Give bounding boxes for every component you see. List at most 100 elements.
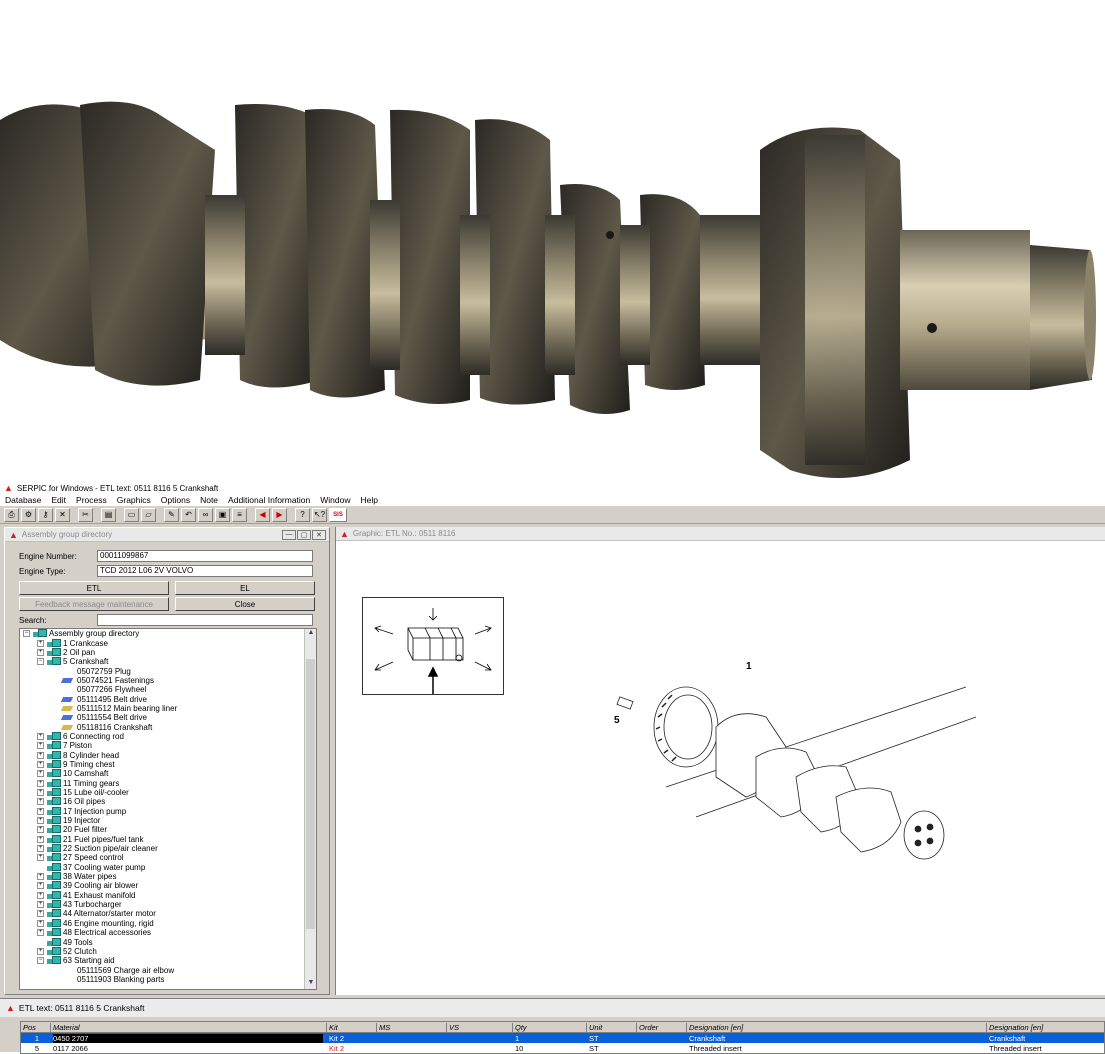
search-input[interactable]	[97, 614, 313, 626]
expand-icon[interactable]: +	[37, 910, 44, 918]
el-button[interactable]: EL	[175, 581, 315, 595]
scroll-up-icon[interactable]: ▲	[305, 629, 316, 639]
help-icon[interactable]: ?	[295, 507, 310, 522]
expand-icon[interactable]: +	[37, 770, 44, 778]
col-unit[interactable]: Unit	[587, 1022, 637, 1032]
col-qty[interactable]: Qty	[513, 1022, 587, 1032]
menu-window[interactable]: Window	[320, 495, 350, 505]
expand-icon[interactable]: +	[37, 947, 44, 955]
expand-icon[interactable]: +	[37, 648, 44, 656]
collapse-icon[interactable]: −	[37, 658, 44, 666]
tree-item[interactable]: +38 Water pipes	[20, 872, 316, 881]
close-window-icon[interactable]: ✕	[312, 529, 326, 540]
expand-icon[interactable]: +	[37, 789, 44, 797]
menu-help[interactable]: Help	[361, 495, 378, 505]
menu-process[interactable]: Process	[76, 495, 107, 505]
tree-item[interactable]: 49 Tools	[20, 937, 316, 947]
print-icon[interactable]: ⎙	[4, 507, 19, 522]
expand-icon[interactable]: +	[37, 845, 44, 853]
engine-type-field[interactable]: TCD 2012 L06 2V VOLVO	[97, 565, 313, 577]
minimize-icon[interactable]: —	[282, 529, 296, 540]
expand-icon[interactable]: +	[37, 854, 44, 862]
undo-icon[interactable]: ↶	[181, 507, 196, 522]
menu-note[interactable]: Note	[200, 495, 218, 505]
tree-item[interactable]: +16 Oil pipes	[20, 797, 316, 806]
maximize-icon[interactable]: ▢	[297, 529, 311, 540]
tree-item[interactable]: +10 Camshaft	[20, 769, 316, 778]
col-vs[interactable]: VS	[447, 1022, 513, 1032]
tree-item[interactable]: +15 Lube oil/-cooler	[20, 788, 316, 797]
tree-item[interactable]: 05111903 Blanking parts	[20, 975, 316, 984]
expand-icon[interactable]: +	[37, 751, 44, 759]
feedback-message-button[interactable]: Feedback message maintenance	[19, 597, 169, 611]
tree-item[interactable]: 05118116 Crankshaft	[20, 722, 316, 732]
expand-icon[interactable]: +	[37, 873, 44, 881]
col-ms[interactable]: MS	[377, 1022, 447, 1032]
printer-icon[interactable]: ▤	[101, 507, 116, 522]
tree-item[interactable]: +21 Fuel pipes/fuel tank	[20, 834, 316, 844]
tree-item[interactable]: +11 Timing gears	[20, 778, 316, 788]
tree-item[interactable]: +41 Exhaust manifold	[20, 890, 316, 900]
back-icon[interactable]: ◀	[255, 507, 270, 522]
tree-item[interactable]: +22 Suction pipe/air cleaner	[20, 844, 316, 853]
tree-item[interactable]: 05072759 Plug	[20, 666, 316, 676]
menu-database[interactable]: Database	[5, 495, 41, 505]
expand-icon[interactable]: +	[37, 779, 44, 787]
expand-icon[interactable]: +	[37, 639, 44, 647]
tree-item[interactable]: +17 Injection pump	[20, 806, 316, 816]
tree-item[interactable]: +44 Alternator/starter motor	[20, 909, 316, 918]
tree-item[interactable]: − 63 Starting aid	[20, 956, 316, 965]
tool-icon[interactable]: ⚙	[21, 507, 36, 522]
col-designation-2[interactable]: Designation [en]	[987, 1023, 1082, 1032]
col-pos[interactable]: Pos	[21, 1022, 51, 1032]
tree-item[interactable]: 05074521 Fastenings	[20, 676, 316, 685]
expand-icon[interactable]: +	[37, 760, 44, 768]
tree-item[interactable]: +39 Cooling air blower	[20, 881, 316, 890]
tree-item[interactable]: − Assembly group directory	[20, 629, 316, 638]
expand-icon[interactable]: +	[37, 732, 44, 740]
tree-item[interactable]: +1 Crankcase	[20, 638, 316, 648]
expand-icon[interactable]: +	[37, 835, 44, 843]
tree-item[interactable]: +27 Speed control	[20, 853, 316, 862]
expand-icon[interactable]: +	[37, 807, 44, 815]
tree-scrollbar[interactable]: ▲ ▼	[304, 629, 316, 989]
forward-icon[interactable]: ▶	[272, 507, 287, 522]
tree-item[interactable]: +52 Clutch	[20, 946, 316, 956]
tree-item[interactable]: +48 Electrical accessories	[20, 928, 316, 937]
expand-icon[interactable]: +	[37, 901, 44, 909]
expand-icon[interactable]: +	[37, 817, 44, 825]
tree-item[interactable]: 05111554 Belt drive	[20, 713, 316, 722]
col-kit[interactable]: Kit	[327, 1022, 377, 1032]
edit-icon[interactable]: ✎	[164, 507, 179, 522]
menu-graphics[interactable]: Graphics	[117, 495, 151, 505]
tree-item[interactable]: +7 Piston	[20, 741, 316, 750]
col-material[interactable]: Material	[51, 1022, 327, 1032]
col-designation[interactable]: Designation [en]	[687, 1022, 987, 1032]
new-icon[interactable]: ▭	[124, 507, 139, 522]
scroll-down-icon[interactable]: ▼	[305, 979, 316, 989]
tree-item[interactable]: +20 Fuel filter	[20, 825, 316, 834]
view-icon[interactable]: ▣	[215, 507, 230, 522]
collapse-icon[interactable]: −	[23, 630, 30, 638]
expand-icon[interactable]: +	[37, 919, 44, 927]
engine-number-field[interactable]: 00011099867	[97, 550, 313, 562]
list-icon[interactable]: ≡	[232, 507, 247, 522]
etl-button[interactable]: ETL	[19, 581, 169, 595]
expand-icon[interactable]: +	[37, 929, 44, 937]
menu-additional-information[interactable]: Additional Information	[228, 495, 310, 505]
table-row[interactable]: 1 0450 2707 Kit 2 1 ST Crankshaft Cranks…	[21, 1033, 1104, 1043]
tree-item[interactable]: +43 Turbocharger	[20, 900, 316, 909]
tree-item[interactable]: +2 Oil pan	[20, 647, 316, 657]
menu-options[interactable]: Options	[161, 495, 190, 505]
expand-icon[interactable]: +	[37, 798, 44, 806]
tree-item[interactable]: +6 Connecting rod	[20, 731, 316, 741]
tree-item[interactable]: 05111512 Main bearing liner	[20, 704, 316, 713]
key-icon[interactable]: ⚷	[38, 507, 53, 522]
tree-item[interactable]: 05111569 Charge air elbow	[20, 965, 316, 975]
tree-item[interactable]: +19 Injector	[20, 816, 316, 825]
link-icon[interactable]: ∞	[198, 507, 213, 522]
expand-icon[interactable]: +	[37, 891, 44, 899]
tree-item[interactable]: +8 Cylinder head	[20, 750, 316, 760]
tree-item[interactable]: 05111495 Belt drive	[20, 694, 316, 704]
tree-item[interactable]: +46 Engine mounting, rigid	[20, 918, 316, 928]
